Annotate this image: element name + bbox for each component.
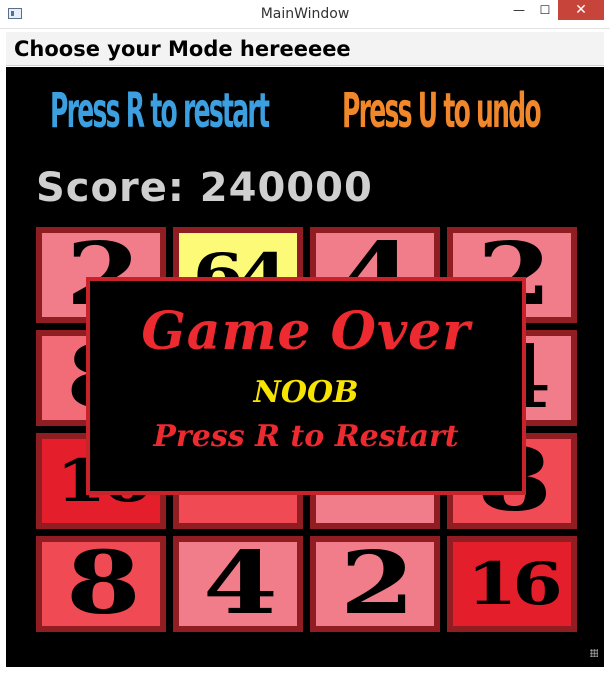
tile-value: 8 — [66, 536, 141, 632]
game-over-subtitle: NOOB — [253, 375, 359, 410]
restart-hint: Press R to restart — [50, 83, 270, 139]
tile: 2 — [310, 536, 440, 632]
resize-grip-icon[interactable] — [590, 649, 598, 657]
tile-value: 2 — [340, 536, 415, 632]
tile-value: 16 — [466, 550, 563, 618]
tile-value: 4 — [203, 536, 278, 632]
close-button[interactable]: ✕ — [558, 0, 604, 20]
game-over-title: Game Over — [141, 301, 471, 362]
mode-menu-label[interactable]: Choose your Mode hereeeee — [14, 37, 351, 61]
tile: 8 — [36, 536, 166, 632]
game-over-dialog: Game Over NOOB Press R to Restart — [86, 277, 526, 495]
game-over-restart-instruction: Press R to Restart — [153, 419, 459, 454]
undo-hint: Press U to undo — [342, 83, 542, 139]
score-display: Score: 240000 — [36, 165, 373, 211]
mode-menu-bar[interactable]: Choose your Mode hereeeee — [6, 32, 604, 66]
title-bar: MainWindow — ☐ ✕ — [0, 0, 610, 29]
tile: 4 — [173, 536, 303, 632]
minimize-button[interactable]: — — [506, 0, 532, 20]
game-board[interactable]: Press R to restart Press U to undo Score… — [6, 67, 604, 667]
tile: 16 — [447, 536, 577, 632]
maximize-button[interactable]: ☐ — [532, 0, 558, 20]
